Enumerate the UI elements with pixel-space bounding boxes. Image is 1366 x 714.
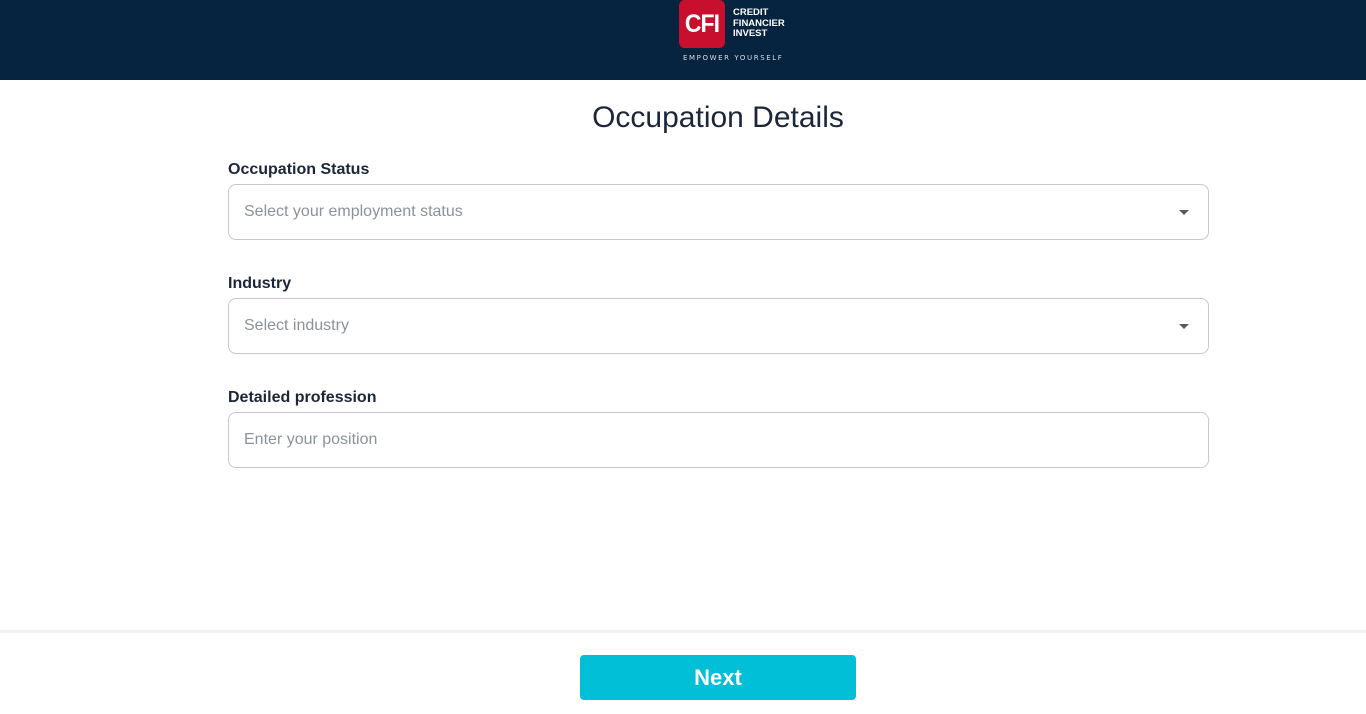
profession-input[interactable] (229, 413, 1208, 467)
site-header: CFI CREDIT FINANCIER INVEST EMPOWER YOUR… (0, 0, 1366, 80)
next-button[interactable]: Next (580, 655, 856, 700)
page-title: Occupation Details (592, 101, 844, 134)
profession-field[interactable] (228, 412, 1209, 468)
profession-label: Detailed profession (228, 389, 377, 406)
logo-wordmark: CREDIT FINANCIER INVEST (733, 7, 785, 40)
logo-tagline: EMPOWER YOURSELF (683, 54, 784, 62)
chevron-down-icon[interactable] (1179, 324, 1189, 329)
occupation-status-label: Occupation Status (228, 161, 370, 178)
occupation-status-select[interactable]: Select your employment status (228, 184, 1209, 240)
logo-line-3: INVEST (733, 28, 768, 39)
cfi-logo[interactable]: CFI CREDIT FINANCIER INVEST EMPOWER YOUR… (677, 0, 787, 64)
industry-placeholder: Select industry (244, 317, 349, 334)
logo-mark: CFI (679, 0, 725, 48)
logo-line-1: CREDIT (733, 7, 769, 18)
chevron-down-icon[interactable] (1179, 210, 1189, 215)
industry-select[interactable]: Select industry (228, 298, 1209, 354)
footer-divider (0, 630, 1366, 633)
industry-label: Industry (228, 275, 292, 292)
occupation-status-placeholder: Select your employment status (244, 203, 463, 220)
